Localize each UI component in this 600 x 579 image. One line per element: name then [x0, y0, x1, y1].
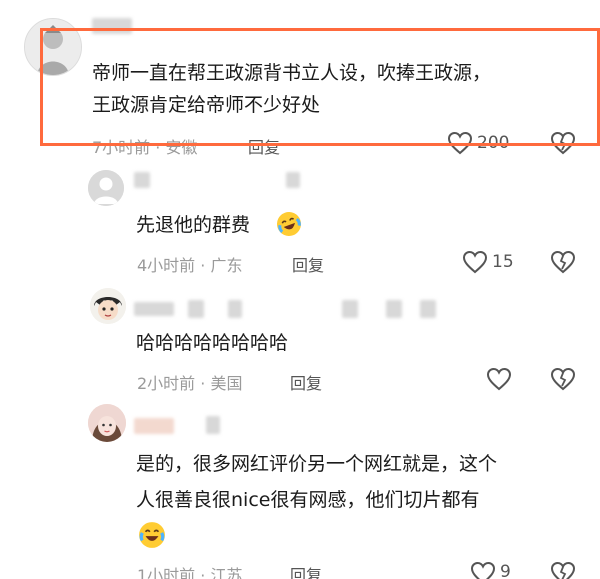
avatar[interactable]	[88, 170, 124, 206]
username-blurred	[134, 418, 174, 434]
comment-time-location: 2小时前 · 美国	[137, 374, 243, 393]
badge-blurred	[206, 416, 220, 434]
badge-blurred	[386, 300, 402, 318]
comment-text-line: 哈哈哈哈哈哈哈哈	[136, 332, 289, 354]
username-blurred	[228, 300, 242, 318]
username-blurred	[92, 18, 132, 34]
reply-button[interactable]: 回复	[290, 562, 322, 579]
comment-text-line: 人很善良很nice很有网感，他们切片都有	[136, 489, 480, 511]
comment-text-line: 先退他的群费	[136, 214, 251, 236]
avatar[interactable]	[88, 404, 126, 442]
laughing-crying-emoji	[139, 522, 165, 548]
avatar[interactable]	[90, 288, 126, 324]
dislike-heart-icon[interactable]	[550, 131, 576, 155]
comment-time-location: 1小时前 · 江苏	[137, 566, 243, 579]
badge-blurred	[420, 300, 436, 318]
comment-text-line: 帝师一直在帮王政源背书立人设，吹捧王政源，	[92, 62, 492, 84]
heart-icon[interactable]	[462, 250, 488, 274]
avatar[interactable]	[24, 18, 82, 76]
heart-icon[interactable]	[486, 367, 512, 391]
username-blurred	[134, 302, 174, 316]
dislike-heart-icon[interactable]	[550, 561, 576, 579]
comment-time-location: 4小时前 · 广东	[137, 256, 243, 275]
dislike-heart-icon[interactable]	[550, 250, 576, 274]
badge-blurred	[342, 300, 358, 318]
username-blurred	[134, 172, 150, 188]
comment-time-location: 7小时前 · 安徽	[92, 138, 198, 157]
reply-button[interactable]: 回复	[248, 134, 280, 158]
like-count: 15	[492, 252, 514, 272]
comment-text-line: 王政源肯定给帝师不少好处	[92, 94, 321, 116]
like-count: 9	[500, 562, 511, 579]
reply-button[interactable]: 回复	[290, 370, 322, 394]
like-count: 200	[477, 133, 510, 153]
heart-icon[interactable]	[447, 131, 473, 155]
laughing-crying-emoji	[277, 212, 301, 236]
heart-icon[interactable]	[470, 561, 496, 579]
username-blurred	[188, 300, 204, 318]
comment-text-line: 是的，很多网红评价另一个网红就是，这个	[136, 453, 498, 475]
comment-thread: 帝师一直在帮王政源背书立人设，吹捧王政源， 王政源肯定给帝师不少好处 7小时前 …	[0, 0, 600, 579]
reply-button[interactable]: 回复	[292, 252, 324, 276]
dislike-heart-icon[interactable]	[550, 367, 576, 391]
badge-blurred	[286, 172, 300, 188]
